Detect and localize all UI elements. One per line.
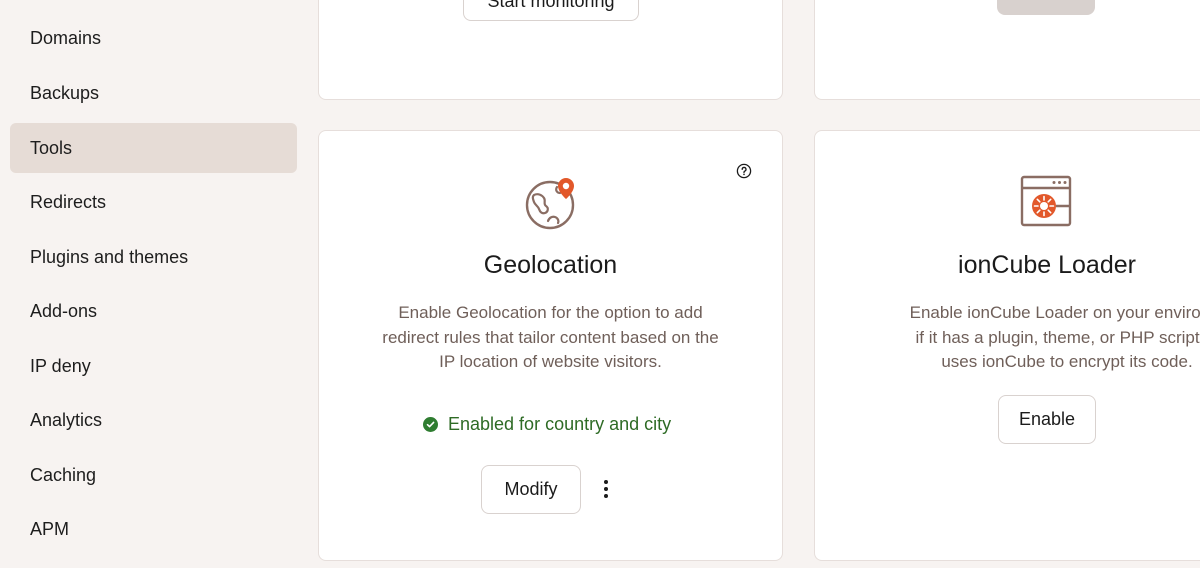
question-circle-icon[interactable] (736, 163, 752, 179)
description-line: Enable Geolocation for the option to add (398, 303, 703, 322)
sidebar-item-tools[interactable]: Tools (10, 123, 297, 173)
sidebar-nav: Domains Backups Tools Redirects Plugins … (0, 0, 310, 568)
browser-window-icon (1020, 175, 1072, 227)
sidebar-item-label: Analytics (30, 409, 103, 430)
sidebar-item-analytics[interactable]: Analytics (10, 395, 297, 445)
sidebar-item-backups[interactable]: Backups (10, 68, 297, 118)
description-line: IP location of website visitors. (439, 352, 662, 371)
sidebar-item-label: Add-ons (30, 300, 98, 321)
globe-pin-icon (524, 175, 580, 231)
sidebar-item-label: Backups (30, 82, 100, 103)
description-line: if it has a plugin, theme, or PHP script… (915, 327, 1200, 347)
sidebar-item-label: Domains (30, 27, 102, 48)
status-text: Enabled for country and city (448, 414, 672, 434)
sidebar-item-redirects[interactable]: Redirects (10, 177, 297, 227)
sidebar-item-add-ons[interactable]: Add-ons (10, 286, 297, 336)
description-line: uses ionCube to encrypt its code. (941, 352, 1193, 371)
sidebar-item-ip-deny[interactable]: IP deny (10, 341, 297, 391)
sidebar-item-plugins-and-themes[interactable]: Plugins and themes (10, 232, 297, 282)
card-title: Geolocation (483, 251, 618, 279)
tools-page: Domains Backups Tools Redirects Plugins … (0, 0, 1200, 568)
status-indicator: Enabled for country and city (423, 414, 671, 435)
card-description: Enable ionCube Loader on your environm i… (855, 301, 1200, 375)
sidebar-item-label: Caching (30, 464, 97, 485)
modify-button[interactable]: Modify (481, 465, 581, 514)
sidebar-item-caching[interactable]: Caching (10, 450, 297, 500)
card-title: ionCube Loader (958, 251, 1136, 279)
tool-card-top-right (814, 0, 1200, 100)
start-monitoring-button[interactable]: Start monitoring (463, 0, 639, 21)
sidebar-item-domains[interactable]: Domains (10, 13, 297, 63)
card-description: Enable Geolocation for the option to add… (339, 301, 762, 375)
sidebar-item-label: Tools (30, 137, 73, 158)
sidebar-item-label: Plugins and themes (30, 246, 189, 267)
tool-card-geolocation: Geolocation Enable Geolocation for the o… (318, 130, 783, 561)
sidebar-item-label: APM (30, 518, 70, 539)
enable-button[interactable]: Enable (998, 395, 1096, 444)
tool-card-ioncube-loader: ionCube Loader Enable ionCube Loader on … (814, 130, 1200, 561)
tool-card-monitoring: Start monitoring (318, 0, 783, 100)
check-circle-icon (423, 417, 438, 432)
disabled-button (997, 0, 1095, 15)
sidebar-item-apm[interactable]: APM (10, 504, 297, 554)
more-options-icon[interactable] (596, 475, 616, 503)
sidebar-item-label: Redirects (30, 191, 107, 212)
sidebar-item-label: IP deny (30, 355, 91, 376)
description-line: redirect rules that tailor content based… (382, 327, 719, 347)
description-line: Enable ionCube Loader on your environm (909, 303, 1200, 322)
